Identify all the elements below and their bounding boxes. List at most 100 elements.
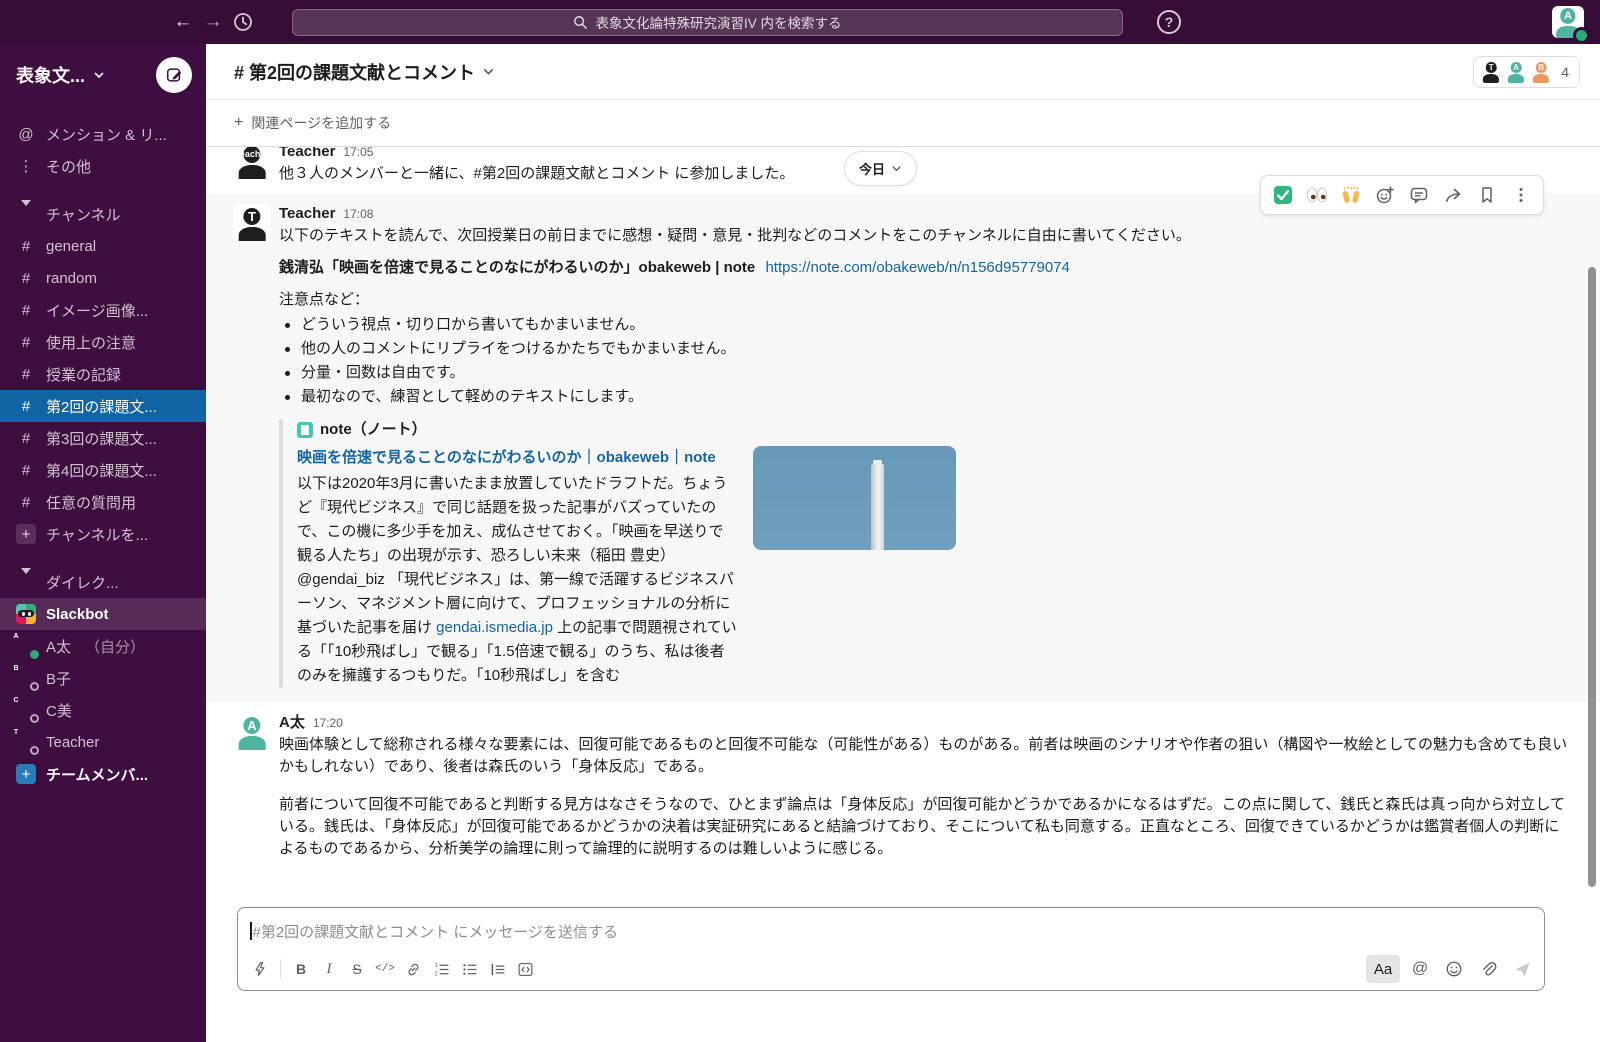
react-check-button[interactable] [1268, 181, 1298, 209]
mentions-label: メンション & リ... [46, 124, 167, 145]
section-gap [0, 182, 206, 198]
article-reference-line: 銭清弘「映画を倍速で見ることのなにがわるいのか」obakeweb | note … [279, 257, 1572, 279]
vertical-scrollbar[interactable] [1588, 267, 1596, 887]
dm-avatar: C [16, 700, 36, 720]
add-reaction-button[interactable] [1370, 181, 1400, 209]
more-vertical-icon: ⋮ [16, 157, 36, 175]
hash-icon: # [16, 494, 36, 511]
bullet-item: 分量・回数は自由です。 [279, 361, 1572, 385]
save-for-later-button[interactable] [1472, 181, 1502, 209]
ordered-list-button[interactable]: 12 [427, 955, 455, 983]
workspace-name[interactable]: 表象文... [16, 62, 85, 88]
add-channel-button[interactable]: + チャンネルを... [0, 518, 206, 550]
sidebar-channel-class-records[interactable]: #授業の記録 [0, 358, 206, 390]
channels-section-header[interactable]: チャンネル [0, 198, 206, 230]
share-message-button[interactable] [1438, 181, 1468, 209]
sidebar-channel-session4[interactable]: #第4回の課題文... [0, 454, 206, 486]
emoji-button[interactable] [1440, 955, 1468, 983]
sidebar-channel-session2-selected[interactable]: #第2回の課題文... [0, 390, 206, 422]
help-button[interactable]: ? [1157, 10, 1181, 34]
date-divider-pill[interactable]: 今日 [844, 151, 917, 186]
bulleted-list-button[interactable] [455, 955, 483, 983]
raised-hands-emoji [1340, 185, 1362, 205]
offline-status-dot [30, 714, 39, 723]
code-button[interactable]: </> [371, 955, 399, 983]
message-timestamp[interactable]: 17:05 [343, 147, 373, 163]
invite-teammates-button[interactable]: + チームメンバ... [0, 758, 206, 790]
format-toggle-button[interactable]: Aa [1366, 955, 1400, 983]
dm-avatar: T [16, 732, 36, 752]
shortcuts-button[interactable] [246, 955, 274, 983]
shortcuts-lightning-icon [252, 961, 268, 977]
channel-members-button[interactable]: T A B 4 [1473, 56, 1580, 88]
message-author[interactable]: Teacher [279, 203, 335, 225]
react-raised-hands-button[interactable] [1336, 181, 1366, 209]
channel-chevron-down-icon[interactable] [482, 65, 495, 78]
search-bar[interactable]: 表象文化論特殊研究演習IV 内を検索する [292, 9, 1123, 36]
sidebar-channel-general[interactable]: #general [0, 230, 206, 262]
code-block-button[interactable] [511, 955, 539, 983]
history-forward-button[interactable]: → [198, 7, 228, 37]
more-actions-button[interactable] [1506, 181, 1536, 209]
sidebar-dm-teacher[interactable]: T Teacher [0, 726, 206, 758]
link-icon [405, 961, 422, 978]
sidebar-channel-session3[interactable]: #第3回の課題文... [0, 422, 206, 454]
sidebar-item-more[interactable]: ⋮ その他 [0, 150, 206, 182]
unfurl-accent-bar [279, 419, 283, 688]
article-url-link[interactable]: https://note.com/obakeweb/n/n156d9577907… [765, 259, 1069, 276]
strikethrough-button[interactable]: S [343, 955, 371, 983]
react-eyes-button[interactable] [1302, 181, 1332, 209]
sidebar-dm-b[interactable]: B B子 [0, 662, 206, 694]
reply-in-thread-button[interactable] [1404, 181, 1434, 209]
teacher-avatar[interactable]: T [234, 205, 270, 241]
hash-icon: # [16, 238, 36, 255]
sidebar-item-mentions[interactable]: @ メンション & リ... [0, 118, 206, 150]
hash-icon: # [16, 462, 36, 479]
send-button[interactable] [1508, 955, 1536, 983]
atai-paragraph-2: 前者について回復不可能であると判断する見方はなさそうなので、ひとまず論点は「身体… [279, 794, 1572, 860]
more-label: その他 [46, 156, 91, 177]
sidebar-channel-random[interactable]: #random [0, 262, 206, 294]
new-message-button[interactable] [156, 57, 192, 93]
link-button[interactable] [399, 955, 427, 983]
teacher-paragraph-1: 以下のテキストを読んで、次回授業日の前日までに感想・疑問・意見・批判などのコメン… [279, 225, 1572, 247]
sidebar-dm-c[interactable]: C C美 [0, 694, 206, 726]
invite-label: チームメンバ... [46, 764, 148, 785]
message-timestamp[interactable]: 17:20 [313, 712, 343, 734]
sidebar-channel-image[interactable]: #イメージ画像... [0, 294, 206, 326]
atai-avatar[interactable]: A [234, 714, 270, 750]
mention-button[interactable]: @ [1406, 955, 1434, 983]
message-author[interactable]: Teacher [279, 147, 335, 163]
dm-name: A太 [46, 636, 71, 657]
channel-label: random [46, 270, 97, 287]
unfurl-thumbnail-image[interactable] [753, 446, 956, 550]
reply-in-thread-icon [1409, 185, 1429, 205]
italic-button[interactable]: I [315, 955, 343, 983]
dm-section-header[interactable]: ダイレク... [0, 566, 206, 598]
dm-avatar: A [16, 636, 36, 656]
channel-header: # 第2回の課題文献とコメント T A B 4 [206, 44, 1600, 100]
sidebar-channel-questions[interactable]: #任意の質問用 [0, 486, 206, 518]
gendai-link[interactable]: gendai.ismedia.jp [436, 619, 553, 636]
channel-title[interactable]: # 第2回の課題文献とコメント [234, 59, 475, 85]
history-back-button[interactable]: ← [168, 7, 198, 37]
sidebar-dm-slackbot[interactable]: Slackbot [0, 598, 206, 630]
unfurl-title-link[interactable]: 映画を倍速で見ることのなにがわるいのか｜obakeweb｜note [297, 446, 737, 470]
user-avatar[interactable]: A [1552, 6, 1584, 38]
attach-button[interactable] [1474, 955, 1502, 983]
teacher-avatar[interactable]: Teacher [234, 147, 270, 179]
message-input[interactable]: #第2回の課題文献とコメント にメッセージを送信する [238, 908, 1544, 950]
composer-toolbar: B I S </> 12 [238, 950, 1544, 990]
history-menu-button[interactable] [228, 7, 258, 37]
sidebar-channel-usage-notes[interactable]: #使用上の注意 [0, 326, 206, 358]
add-related-pages-button[interactable]: 関連ページを追加する [251, 113, 391, 133]
workspace-chevron-down-icon[interactable] [93, 69, 105, 81]
slack-app-window: ← → 表象文化論特殊研究演習IV 内を検索する ? A 表象文... @ [0, 0, 1600, 1042]
sidebar-dm-a-self[interactable]: A A太（自分） [0, 630, 206, 662]
workspace-header: 表象文... [0, 44, 206, 106]
blockquote-button[interactable] [483, 955, 511, 983]
message-author[interactable]: A太 [279, 712, 305, 734]
bold-button[interactable]: B [287, 955, 315, 983]
dm-avatar: B [16, 668, 36, 688]
message-timestamp[interactable]: 17:08 [343, 203, 373, 225]
